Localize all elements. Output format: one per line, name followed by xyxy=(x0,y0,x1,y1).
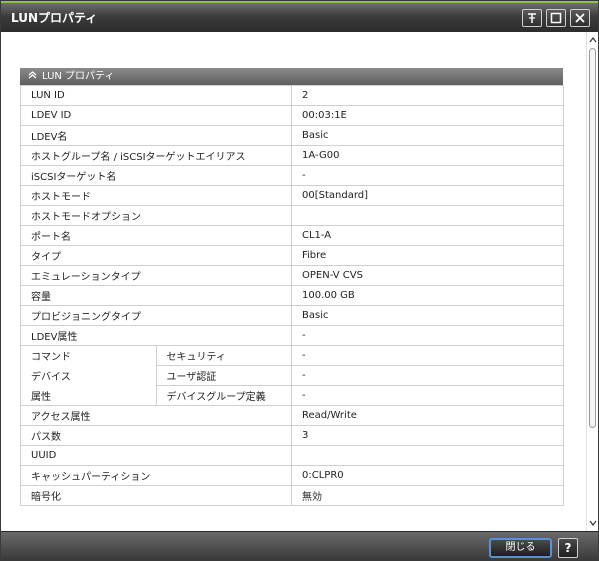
table-row: LDEV属性 - xyxy=(20,325,564,346)
table-row: LDEV ID 00:03:1E xyxy=(20,105,564,126)
property-value: - xyxy=(291,385,564,406)
property-value: - xyxy=(291,325,564,346)
table-row: LDEV名 Basic xyxy=(20,125,564,146)
property-value: OPEN-V CVS xyxy=(291,265,564,286)
property-name: プロビジョニングタイプ xyxy=(20,305,292,326)
property-value: Read/Write xyxy=(291,405,564,426)
close-button[interactable]: 閉じる xyxy=(489,538,552,558)
property-value: - xyxy=(291,365,564,386)
property-value: 1A-G00 xyxy=(291,145,564,166)
property-name: タイプ xyxy=(20,245,292,266)
table-row: LUN ID 2 xyxy=(20,85,564,106)
property-name: キャッシュパーティション xyxy=(20,465,292,486)
property-name: ホストモードオプション xyxy=(20,205,292,226)
table-row: UUID xyxy=(20,445,564,466)
cmd-device-label-line: 属性 xyxy=(20,385,157,406)
property-value: 3 xyxy=(291,425,564,446)
property-value: Fibre xyxy=(291,245,564,266)
table-row: 暗号化 無効 xyxy=(20,485,564,506)
scroll-up-icon[interactable] xyxy=(589,36,597,44)
chevron-up-double-icon xyxy=(28,69,38,86)
table-row: キャッシュパーティション 0:CLPR0 xyxy=(20,465,564,486)
property-name: LDEV名 xyxy=(20,125,292,146)
table-row: プロビジョニングタイプ Basic xyxy=(20,305,564,326)
table-row: iSCSIターゲット名 - xyxy=(20,165,564,186)
property-name: ユーザ認証 xyxy=(155,365,292,386)
table-row: ポート名 CL1-A xyxy=(20,225,564,246)
cmd-device-label-line: コマンド xyxy=(20,345,157,366)
table-row: タイプ Fibre xyxy=(20,245,564,266)
section-header[interactable]: LUN プロパティ xyxy=(20,68,563,85)
table-row: ホストモードオプション xyxy=(20,205,564,226)
window-title: LUNプロパティ xyxy=(11,11,98,25)
property-name: セキュリティ xyxy=(155,345,292,366)
maximize-button[interactable] xyxy=(546,9,566,27)
pin-button[interactable] xyxy=(522,9,542,27)
property-name: LDEV属性 xyxy=(20,325,292,346)
table-row: パス数 3 xyxy=(20,425,564,446)
help-button[interactable]: ? xyxy=(558,538,578,558)
property-name: iSCSIターゲット名 xyxy=(20,165,292,186)
property-value: 無効 xyxy=(291,485,564,506)
property-value: 100.00 GB xyxy=(291,285,564,306)
property-name: エミュレーションタイプ xyxy=(20,265,292,286)
property-value: 0:CLPR0 xyxy=(291,465,564,486)
scroll-down-icon[interactable] xyxy=(589,519,597,527)
table-row: アクセス属性 Read/Write xyxy=(20,405,564,426)
property-name: ポート名 xyxy=(20,225,292,246)
property-name: デバイスグループ定義 xyxy=(155,385,292,406)
property-value: 2 xyxy=(291,85,564,106)
property-value: 00[Standard] xyxy=(291,185,564,206)
property-value xyxy=(291,205,564,226)
section-title: LUN プロパティ xyxy=(42,71,115,82)
property-value: CL1-A xyxy=(291,225,564,246)
pin-icon xyxy=(528,13,536,23)
scroll-thumb[interactable] xyxy=(589,48,596,428)
property-name: 暗号化 xyxy=(20,485,292,506)
close-window-button[interactable] xyxy=(570,9,590,27)
table-row: 容量 100.00 GB xyxy=(20,285,564,306)
property-name: LUN ID xyxy=(20,85,292,106)
property-value: 00:03:1E xyxy=(291,105,564,126)
table-row: 属性 デバイスグループ定義 - xyxy=(20,385,564,406)
property-value: Basic xyxy=(291,125,564,146)
maximize-icon xyxy=(550,12,562,24)
property-name: LDEV ID xyxy=(20,105,292,126)
table-row: ホストグループ名 / iSCSIターゲットエイリアス 1A-G00 xyxy=(20,145,564,166)
property-value xyxy=(291,445,564,466)
footer-bar: 閉じる ? xyxy=(1,531,598,560)
close-icon xyxy=(575,13,585,23)
property-name: アクセス属性 xyxy=(20,405,292,426)
table-row: ホストモード 00[Standard] xyxy=(20,185,564,206)
lun-properties-section: LUN プロパティ LUN ID 2 LDEV ID 00:03:1E LDEV名 B… xyxy=(20,68,564,506)
property-name: パス数 xyxy=(20,425,292,446)
table-row: デバイス ユーザ認証 - xyxy=(20,365,564,386)
vertical-scrollbar[interactable] xyxy=(586,32,598,531)
property-name: UUID xyxy=(20,445,292,466)
property-name: ホストグループ名 / iSCSIターゲットエイリアス xyxy=(20,145,292,166)
property-name: ホストモード xyxy=(20,185,292,206)
property-value: Basic xyxy=(291,305,564,326)
property-value: - xyxy=(291,165,564,186)
property-name: 容量 xyxy=(20,285,292,306)
title-bar: LUNプロパティ xyxy=(1,1,598,32)
table-row: エミュレーションタイプ OPEN-V CVS xyxy=(20,265,564,286)
property-value: - xyxy=(291,345,564,366)
cmd-device-label-line: デバイス xyxy=(20,365,157,386)
table-row: コマンド セキュリティ - xyxy=(20,345,564,366)
properties-table: LUN ID 2 LDEV ID 00:03:1E LDEV名 Basic ホストグル… xyxy=(20,85,564,506)
lun-properties-window: LUNプロパティ LUN プロパティ LUN ID 2 LDEV ID 00:0… xyxy=(0,0,599,561)
